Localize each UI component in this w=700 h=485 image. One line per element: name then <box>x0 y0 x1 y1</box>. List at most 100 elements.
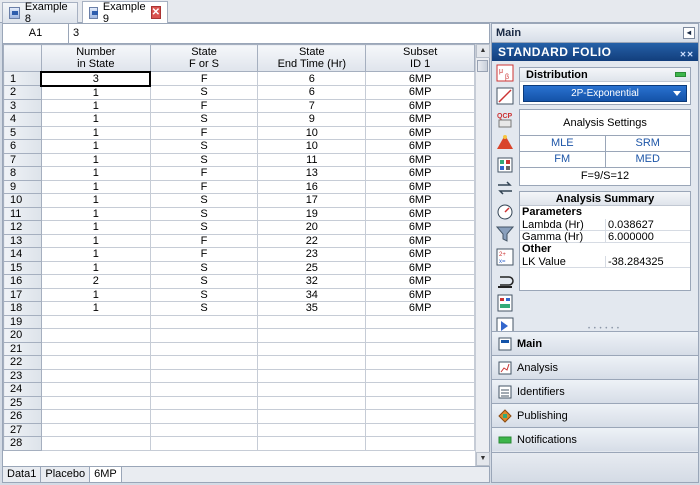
grid-cell[interactable]: 6MP <box>365 193 475 208</box>
grid-cell[interactable] <box>149 355 259 370</box>
grid-cell[interactable] <box>257 422 367 437</box>
table-row[interactable]: 19 <box>3 314 475 329</box>
row-header[interactable]: 9 <box>3 179 42 194</box>
row-header[interactable]: 25 <box>3 395 42 410</box>
nav-publishing[interactable]: Publishing <box>492 403 698 427</box>
grid-cell[interactable]: 6MP <box>365 125 475 140</box>
grid-cell[interactable]: 22 <box>257 233 367 248</box>
grid-cell[interactable]: 1 <box>40 247 151 262</box>
grid-cell[interactable]: 34 <box>257 287 367 302</box>
table-row[interactable]: 26 <box>3 409 475 424</box>
grid-cell[interactable]: 1 <box>40 206 151 221</box>
grid-cell[interactable] <box>257 436 367 451</box>
grid-cell[interactable]: S <box>149 260 259 275</box>
grid-cell[interactable]: 6 <box>257 71 367 86</box>
row-header[interactable]: 28 <box>3 436 42 451</box>
grid-cell[interactable] <box>365 341 475 356</box>
table-row[interactable]: 21 <box>3 341 475 356</box>
grid-cell[interactable]: 6MP <box>365 260 475 275</box>
grid-cell[interactable] <box>365 355 475 370</box>
nav-analysis[interactable]: Analysis <box>492 355 698 379</box>
grid-cell[interactable]: S <box>149 139 259 154</box>
table-row[interactable]: 4 1 S 9 6MP <box>3 112 475 127</box>
scroll-thumb[interactable] <box>477 60 488 72</box>
grid-cell[interactable]: F <box>149 166 259 181</box>
grid-cell[interactable] <box>257 341 367 356</box>
grid-cell[interactable] <box>40 409 151 424</box>
grid-cell[interactable] <box>365 409 475 424</box>
grid-cell[interactable]: F <box>149 98 259 113</box>
table-row[interactable]: 2 1 S 6 6MP <box>3 85 475 100</box>
grid-cell[interactable]: S <box>149 301 259 316</box>
grid-cell[interactable]: F <box>149 247 259 262</box>
collapse-icon[interactable]: ✕✕ <box>680 46 694 64</box>
table-row[interactable]: 3 1 F 7 6MP <box>3 98 475 113</box>
table-row[interactable]: 1 3 F 6 6MP <box>3 70 475 87</box>
filter-icon[interactable] <box>495 225 515 243</box>
table-row[interactable]: 18 1 S 35 6MP <box>3 301 475 316</box>
table-row[interactable]: 20 <box>3 328 475 343</box>
grid-cell[interactable]: F <box>149 71 259 86</box>
grid-cell[interactable]: 9 <box>257 112 367 127</box>
transfer-icon[interactable] <box>496 179 514 197</box>
table-row[interactable]: 5 1 F 10 6MP <box>3 125 475 140</box>
row-header[interactable]: 11 <box>3 206 42 221</box>
table-row[interactable]: 10 1 S 17 6MP <box>3 193 475 208</box>
analysis-settings-button[interactable]: Analysis Settings <box>520 110 690 136</box>
fm-option[interactable]: FM <box>520 152 606 167</box>
table-row[interactable]: 24 <box>3 382 475 397</box>
grid-cell[interactable]: 10 <box>257 139 367 154</box>
grid-cell[interactable]: 2 <box>40 274 151 289</box>
cell-value-input[interactable]: 3 <box>71 24 471 43</box>
row-header[interactable]: 22 <box>3 355 42 370</box>
grid-cell[interactable]: 19 <box>257 206 367 221</box>
grid-cell[interactable] <box>365 422 475 437</box>
vertical-scrollbar[interactable]: ▲ ▼ <box>475 44 490 466</box>
column-header-subset-id[interactable]: Subset ID 1 <box>365 44 475 72</box>
table-row[interactable]: 8 1 F 13 6MP <box>3 166 475 181</box>
grid-cell[interactable] <box>149 382 259 397</box>
scroll-up-icon[interactable]: ▲ <box>476 44 490 58</box>
grid-cell[interactable]: 6MP <box>365 139 475 154</box>
table-row[interactable]: 27 <box>3 422 475 437</box>
med-option[interactable]: MED <box>606 152 691 167</box>
column-header-end-time[interactable]: State End Time (Hr) <box>257 44 367 72</box>
table-row[interactable]: 25 <box>3 395 475 410</box>
grid-cell[interactable]: F <box>149 179 259 194</box>
grid-cell[interactable]: 25 <box>257 260 367 275</box>
report-icon[interactable] <box>496 294 514 312</box>
distribution-select[interactable]: 2P-Exponential <box>523 85 687 102</box>
grid-cell[interactable]: 6MP <box>365 274 475 289</box>
row-header[interactable]: 7 <box>3 152 42 167</box>
grid-cell[interactable] <box>365 328 475 343</box>
grid-cell[interactable] <box>40 355 151 370</box>
scroll-down-icon[interactable]: ▼ <box>476 452 490 466</box>
row-header[interactable]: 19 <box>3 314 42 329</box>
grid-cell[interactable]: 1 <box>40 179 151 194</box>
grid-cell[interactable]: 1 <box>40 301 151 316</box>
nav-main[interactable]: Main <box>492 331 698 355</box>
row-header[interactable]: 18 <box>3 301 42 316</box>
grid-cell[interactable]: 6MP <box>365 71 475 86</box>
grid-cell[interactable] <box>40 328 151 343</box>
reliability-icon[interactable] <box>496 133 514 151</box>
grid-cell[interactable]: 1 <box>40 287 151 302</box>
grid-cell[interactable] <box>149 395 259 410</box>
grid-cell[interactable]: S <box>149 220 259 235</box>
batch-icon[interactable] <box>496 156 514 174</box>
row-header[interactable]: 15 <box>3 260 42 275</box>
table-row[interactable]: 22 <box>3 355 475 370</box>
grid-cell[interactable] <box>365 382 475 397</box>
grid-cell[interactable]: 6MP <box>365 206 475 221</box>
table-row[interactable]: 15 1 S 25 6MP <box>3 260 475 275</box>
grid-cell[interactable] <box>365 395 475 410</box>
grid-cell[interactable]: 6MP <box>365 98 475 113</box>
grid-cell[interactable] <box>257 368 367 383</box>
gauge-icon[interactable] <box>496 202 514 220</box>
grid-cell[interactable] <box>257 382 367 397</box>
table-row[interactable]: 13 1 F 22 6MP <box>3 233 475 248</box>
grid-cell[interactable] <box>365 436 475 451</box>
row-header[interactable]: 5 <box>3 125 42 140</box>
cell-reference[interactable]: A1 <box>3 24 69 43</box>
grid-cell[interactable]: 6MP <box>365 85 475 100</box>
